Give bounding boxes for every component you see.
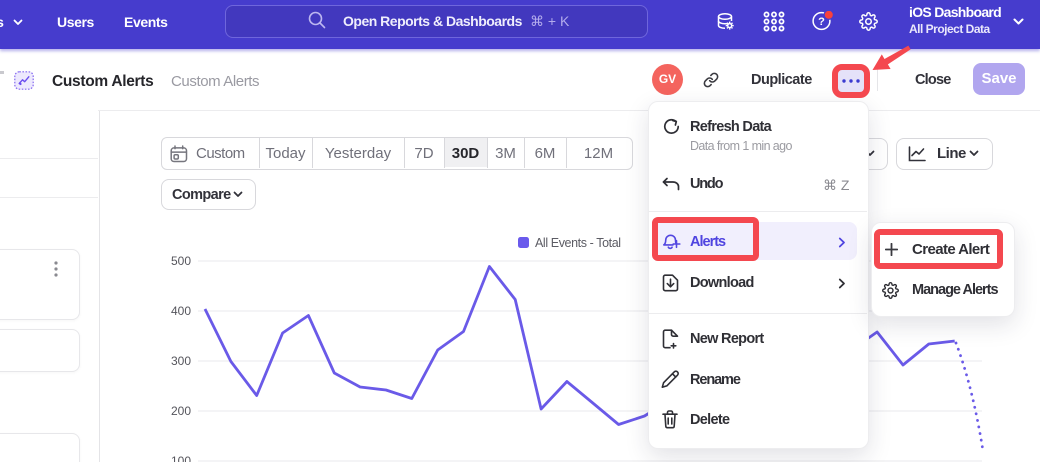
svg-text:500: 500 (171, 254, 191, 268)
svg-text:200: 200 (171, 404, 191, 418)
svg-text:300: 300 (171, 354, 191, 368)
svg-text:100: 100 (171, 454, 191, 462)
svg-text:400: 400 (171, 304, 191, 318)
svg-text:?: ? (818, 16, 825, 28)
svg-text:All Events - Total: All Events - Total (535, 236, 621, 250)
